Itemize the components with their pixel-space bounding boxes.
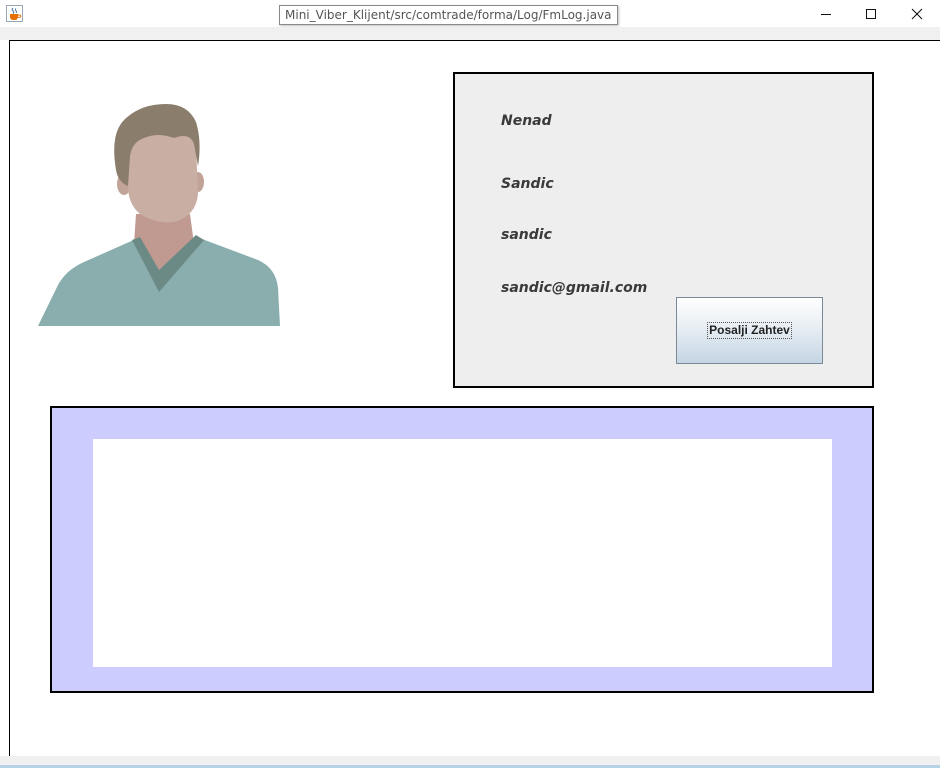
maximize-icon <box>866 8 876 19</box>
close-button[interactable] <box>894 0 940 27</box>
java-cup-icon[interactable] <box>6 5 23 22</box>
first-name-label: Nenad <box>501 113 552 129</box>
last-name-label: Sandic <box>501 176 554 192</box>
close-icon <box>911 8 923 19</box>
window-frame <box>0 27 940 40</box>
messages-text-area[interactable] <box>93 439 832 667</box>
maximize-button[interactable] <box>848 0 894 27</box>
user-info-panel: Nenad Sandic sandic sandic@gmail.com Pos… <box>453 72 874 388</box>
send-request-label: Posalji Zahtev <box>707 322 792 339</box>
title-tooltip: Mini_Viber_Klijent/src/comtrade/forma/Lo… <box>279 5 618 25</box>
messages-panel <box>50 406 874 693</box>
title-bar: Mini_Viber_Klijent/src/comtrade/forma/Lo… <box>0 0 940 27</box>
email-label: sandic@gmail.com <box>501 280 648 296</box>
user-avatar-icon <box>36 102 282 328</box>
minimize-icon <box>821 13 831 15</box>
username-label: sandic <box>501 227 552 243</box>
send-request-button[interactable]: Posalji Zahtev <box>676 297 823 364</box>
minimize-button[interactable] <box>803 0 849 27</box>
